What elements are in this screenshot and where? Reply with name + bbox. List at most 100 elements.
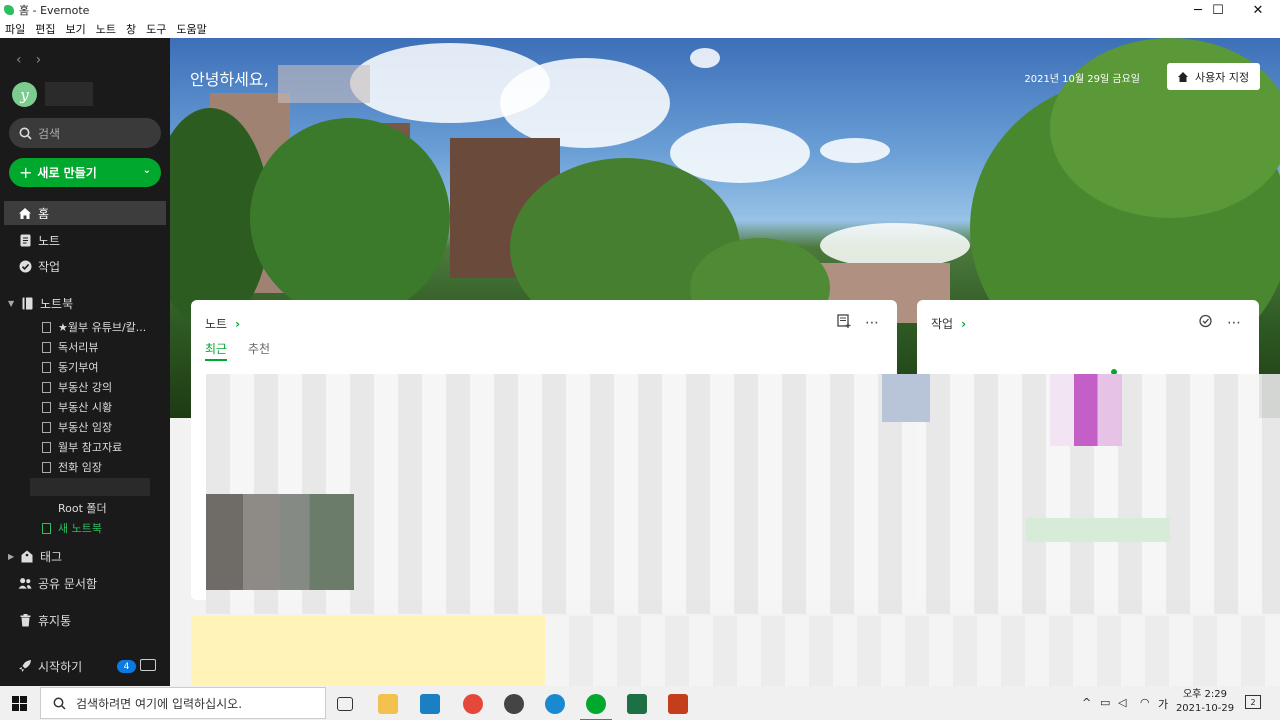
tasks-widget-title[interactable]: 작업 › [931, 315, 966, 332]
expand-triangle-icon[interactable]: ▶ [8, 552, 16, 561]
menu-file[interactable]: 파일 [5, 21, 25, 37]
notebook-item[interactable]: 부동산 임장 [42, 417, 162, 437]
new-button[interactable]: + 새로 만들기 ⌄ [9, 158, 161, 187]
more-options-icon[interactable]: ⋯ [1227, 315, 1241, 331]
notification-center-icon[interactable]: 2 [1245, 695, 1261, 709]
cloud-shape [820, 223, 970, 268]
ime-icon[interactable]: 가 [1158, 696, 1168, 712]
sidebar-item-label: 작업 [38, 259, 61, 274]
account-name-redacted[interactable] [45, 82, 93, 106]
redacted-task-button[interactable] [1026, 518, 1170, 542]
evernote-icon[interactable] [580, 694, 612, 720]
close-button[interactable]: ✕ [1238, 0, 1278, 20]
yellow-note-widget[interactable] [191, 616, 545, 686]
taskbar-search[interactable]: 검색하려면 여기에 입력하십시오. [40, 687, 326, 719]
notes-widget-title-label: 노트 [205, 317, 228, 331]
forward-arrow-icon[interactable]: › [36, 52, 42, 68]
new-task-icon[interactable] [1199, 314, 1213, 332]
windows-start-icon[interactable] [12, 696, 27, 711]
tasks-widget-title-label: 작업 [931, 317, 954, 331]
sidebar-item-tasks[interactable]: 작업 [4, 254, 166, 278]
file-explorer-icon[interactable] [378, 694, 398, 714]
hero-date: 2021년 10월 29일 금요일 [1024, 74, 1140, 85]
sidebar-item-label: 공유 문서함 [38, 576, 98, 591]
menu-help[interactable]: 도움말 [176, 21, 206, 37]
menu-edit[interactable]: 편집 [35, 21, 55, 37]
notebook-item[interactable]: ★월부 유튜브/칼... [42, 317, 162, 337]
notebook-item[interactable]: 독서리뷰 [42, 337, 162, 357]
redacted-notebook[interactable] [30, 478, 150, 496]
cloud-shape [690, 48, 720, 68]
customize-home-icon [1178, 71, 1188, 82]
evernote-app-icon [4, 5, 14, 15]
sidebar-item-label: 노트 [38, 233, 61, 248]
clock-time: 오후 2:29 [1182, 689, 1228, 700]
notebook-small-icon [42, 441, 51, 453]
menu-note[interactable]: 노트 [96, 21, 116, 37]
taskbar-clock[interactable]: 오후 2:29 2021-10-29 [1170, 688, 1240, 716]
menu-tools[interactable]: 도구 [146, 21, 166, 37]
sidebar-item-trash[interactable]: 휴지통 [4, 608, 166, 632]
back-arrow-icon[interactable]: ‹ [16, 52, 22, 68]
sidebar-item-label: 시작하기 [38, 659, 83, 674]
cloud-shape [820, 138, 890, 163]
root-folder-item[interactable]: Root 폴더 [58, 498, 178, 518]
notebook-item[interactable]: 전화 임장 [42, 457, 162, 477]
customize-label: 사용자 지정 [1195, 70, 1250, 84]
notebook-small-icon [42, 461, 51, 473]
notes-widget-title[interactable]: 노트 › [205, 315, 240, 332]
window-title: 홈 - Evernote [19, 4, 90, 17]
capture-app-icon[interactable] [504, 694, 524, 714]
task-view-icon[interactable] [337, 697, 353, 711]
powerpoint-icon[interactable] [668, 694, 688, 714]
sidebar-item-shared[interactable]: 공유 문서함 [4, 571, 166, 595]
customize-button[interactable]: 사용자 지정 [1167, 63, 1260, 90]
search-placeholder: 검색 [38, 126, 61, 141]
sidebar-item-home[interactable]: 홈 [4, 201, 166, 225]
menu-window[interactable]: 창 [126, 21, 136, 37]
tab-suggested[interactable]: 추천 [248, 340, 270, 357]
keyboard-icon[interactable] [140, 659, 156, 671]
greeting-name-redacted [278, 65, 370, 103]
store-icon[interactable] [420, 694, 440, 714]
sidebar-item-notebooks[interactable]: ▼ 노트북 [4, 291, 166, 315]
notebook-item[interactable]: 동기부여 [42, 357, 162, 377]
notes-widget-actions: ⋯ [837, 314, 879, 332]
redacted-note-thumbnail[interactable] [206, 494, 354, 590]
notebook-item[interactable]: 부동산 강의 [42, 377, 162, 397]
new-note-icon[interactable] [837, 314, 851, 332]
expand-triangle-icon[interactable]: ▼ [8, 299, 16, 308]
wifi-icon[interactable]: ◠ [1140, 696, 1150, 709]
avatar[interactable]: y [12, 82, 37, 107]
edge-icon[interactable] [545, 694, 565, 714]
notebook-item[interactable]: 월부 참고자료 [42, 437, 162, 457]
notebook-small-icon [42, 321, 51, 333]
search-icon [19, 127, 32, 140]
maximize-button[interactable]: ☐ [1198, 0, 1238, 20]
notebook-label: 동기부여 [58, 361, 99, 374]
tab-recent[interactable]: 최근 [205, 340, 228, 361]
sidebar-search[interactable]: 검색 [9, 118, 161, 148]
note-icon [18, 233, 32, 247]
volume-icon[interactable]: ◁ [1118, 696, 1126, 709]
tray-overflow-icon[interactable]: ^ [1082, 696, 1091, 709]
tasks-widget-actions: ⋯ [1199, 314, 1241, 332]
chrome-icon[interactable] [463, 694, 483, 714]
new-notebook-item[interactable]: 새 노트북 [42, 518, 162, 538]
more-options-icon[interactable]: ⋯ [865, 315, 879, 331]
sidebar-item-label: 태그 [40, 549, 63, 564]
sidebar-item-notes[interactable]: 노트 [4, 228, 166, 252]
home-main: 안녕하세요, 2021년 10월 29일 금요일 사용자 지정 노트 › ⋯ 최근… [170, 38, 1280, 686]
excel-icon[interactable] [627, 694, 647, 714]
new-notebook-label: 새 노트북 [58, 522, 102, 535]
battery-icon[interactable]: ▭ [1100, 696, 1110, 709]
notebook-item[interactable]: 부동산 시황 [42, 397, 162, 417]
notebook-label: 월부 참고자료 [58, 441, 123, 454]
history-nav: ‹ › [16, 52, 41, 68]
new-button-label: 새로 만들기 [37, 166, 97, 180]
notebook-label: 부동산 시황 [58, 401, 113, 414]
notebook-small-icon [42, 341, 51, 353]
sidebar-item-tags[interactable]: ▶ 태그 [4, 544, 166, 568]
menu-view[interactable]: 보기 [66, 21, 86, 37]
chevron-right-icon: › [235, 317, 241, 331]
